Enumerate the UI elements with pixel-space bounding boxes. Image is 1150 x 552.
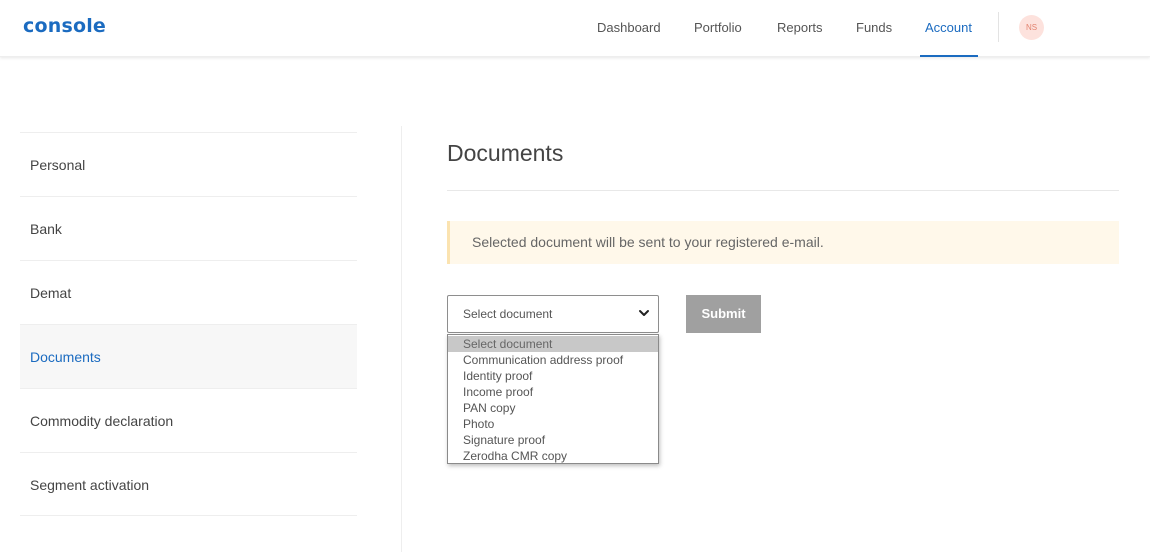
chevron-down-icon bbox=[639, 310, 649, 316]
nav-reports[interactable]: Reports bbox=[777, 20, 823, 35]
sidebar-item-documents[interactable]: Documents bbox=[20, 324, 357, 388]
option-pan-copy[interactable]: PAN copy bbox=[448, 400, 658, 416]
document-select[interactable]: Select document bbox=[447, 295, 659, 333]
option-identity-proof[interactable]: Identity proof bbox=[448, 368, 658, 384]
document-select-value: Select document bbox=[463, 307, 553, 321]
info-notice: Selected document will be sent to your r… bbox=[447, 221, 1119, 264]
option-communication-address-proof[interactable]: Communication address proof bbox=[448, 352, 658, 368]
option-photo[interactable]: Photo bbox=[448, 416, 658, 432]
sidebar-item-personal[interactable]: Personal bbox=[20, 132, 357, 196]
user-avatar[interactable]: NS bbox=[1019, 15, 1044, 40]
sidebar-item-bank[interactable]: Bank bbox=[20, 196, 357, 260]
content-divider bbox=[401, 126, 402, 552]
option-income-proof[interactable]: Income proof bbox=[448, 384, 658, 400]
nav-active-indicator bbox=[920, 55, 978, 57]
option-select-document[interactable]: Select document bbox=[448, 336, 658, 352]
account-sidebar: Personal Bank Demat Documents Commodity … bbox=[20, 132, 357, 516]
sidebar-item-commodity-declaration[interactable]: Commodity declaration bbox=[20, 388, 357, 452]
sidebar-item-demat[interactable]: Demat bbox=[20, 260, 357, 324]
page-title: Documents bbox=[447, 140, 564, 166]
top-navbar: console Dashboard Portfolio Reports Fund… bbox=[0, 0, 1150, 57]
option-zerodha-cmr-copy[interactable]: Zerodha CMR copy bbox=[448, 448, 658, 464]
nav-divider bbox=[998, 12, 999, 42]
submit-button[interactable]: Submit bbox=[686, 295, 761, 333]
nav-account[interactable]: Account bbox=[925, 20, 972, 35]
nav-dashboard[interactable]: Dashboard bbox=[597, 20, 661, 35]
document-select-options: Select document Communication address pr… bbox=[447, 334, 659, 464]
nav-funds[interactable]: Funds bbox=[856, 20, 892, 35]
sidebar-item-segment-activation[interactable]: Segment activation bbox=[20, 452, 357, 516]
nav-portfolio[interactable]: Portfolio bbox=[694, 20, 742, 35]
option-signature-proof[interactable]: Signature proof bbox=[448, 432, 658, 448]
console-logo[interactable]: console bbox=[23, 15, 106, 37]
title-divider bbox=[447, 190, 1119, 191]
